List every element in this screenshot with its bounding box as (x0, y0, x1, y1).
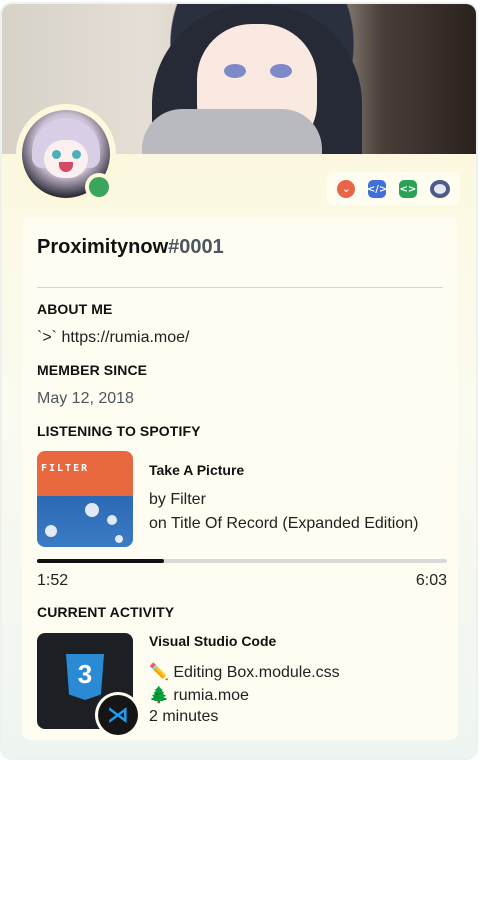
song-title[interactable]: Take A Picture (149, 462, 244, 478)
spotify-heading: LISTENING TO SPOTIFY (37, 423, 201, 439)
profile-info-panel: Proximitynow#0001 ABOUT ME `>` https://r… (22, 218, 458, 740)
avatar-art-eye (72, 150, 81, 159)
code-badge-icon[interactable]: </> (367, 180, 387, 198)
chevron-badge-icon[interactable]: ⌄ (337, 180, 356, 198)
about-me-text[interactable]: `>` https://rumia.moe/ (37, 329, 190, 347)
album-art-dot (45, 525, 57, 537)
activity-state: 🌲 rumia.moe (149, 687, 249, 704)
song-album[interactable]: on Title Of Record (Expanded Edition) (149, 515, 418, 533)
spotify-progress-bar (37, 559, 447, 563)
spotify-progress-fill (37, 559, 165, 563)
css3-icon: 3 (66, 654, 104, 700)
brackets-badge-icon[interactable]: <> (398, 180, 417, 198)
avatar-art-eye (52, 150, 61, 159)
username[interactable]: Proximitynow#0001 (37, 236, 224, 259)
username-discriminator: #0001 (168, 236, 224, 258)
activity-heading: CURRENT ACTIVITY (37, 604, 175, 620)
banner-art-eye (270, 64, 292, 78)
activity-app-name: Visual Studio Code (149, 633, 277, 649)
about-me-heading: ABOUT ME (37, 301, 113, 317)
profile-card: ⌄ </> <> Proximitynow#0001 ABOUT ME `>` … (2, 4, 476, 758)
activity-details: ✏️ Editing Box.module.css (149, 664, 340, 681)
badge-list: ⌄ </> <> (327, 172, 460, 206)
vscode-icon[interactable]: ⋊ (98, 695, 138, 735)
activity-elapsed: 2 minutes (149, 708, 219, 725)
banner-art-shirt (142, 109, 322, 154)
member-since-date: May 12, 2018 (37, 390, 134, 407)
album-art-dot (85, 503, 99, 517)
banner-art-eye (224, 64, 246, 78)
song-artist[interactable]: by Filter (149, 491, 206, 509)
nitro-badge-icon[interactable] (429, 180, 450, 198)
spotify-total-time: 6:03 (415, 572, 447, 589)
spotify-elapsed-time: 1:52 (37, 572, 69, 589)
online-status-indicator (89, 177, 109, 197)
album-art[interactable]: FILTER (37, 451, 133, 547)
album-art-dot (115, 535, 123, 543)
divider (37, 287, 443, 288)
member-since-heading: MEMBER SINCE (37, 362, 148, 378)
album-art-dot (107, 515, 117, 525)
album-art-title: FILTER (41, 463, 90, 474)
avatar-art-face (44, 140, 88, 178)
username-name: Proximitynow (37, 236, 169, 258)
